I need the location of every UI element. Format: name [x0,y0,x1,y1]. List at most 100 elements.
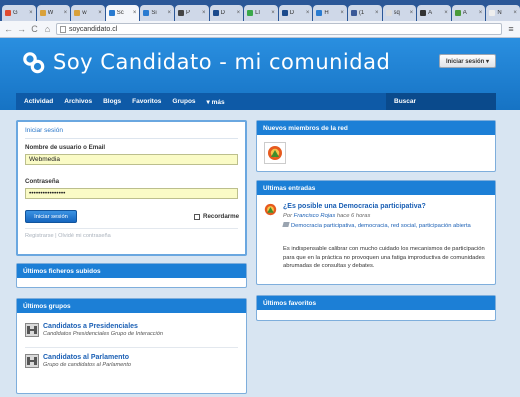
tab-label: A [428,10,433,16]
search-input[interactable]: Buscar [386,93,496,110]
back-icon[interactable]: ← [4,24,13,34]
address-url: soycandidato.cl [69,25,118,33]
group-icon [25,323,39,337]
browser-tab[interactable]: Si × [140,5,174,21]
entry-tags-links[interactable]: Democracia participativa, democracia, re… [291,223,471,229]
address-bar[interactable]: soycandidato.cl [56,23,502,35]
browser-tab-bar: G × W × w × Sc × Si × P × D × Ll × D × H × (1 × sq × A × A × N × [0,0,520,21]
browser-menu-icon[interactable]: ≡ [506,24,516,34]
browser-tab[interactable]: Ll × [244,5,278,21]
author-avatar-icon[interactable] [264,203,277,216]
latest-entries-panel: Ultimas entradas ¿Es posible una Democra… [256,180,496,285]
account-links[interactable]: Registrarse | Olvidé mi contraseña [25,233,111,239]
browser-tab[interactable]: (1 × [347,5,382,21]
login-dropdown-button[interactable]: Iniciar sesión ▾ [438,54,496,68]
browser-tab[interactable]: Sc × [105,5,140,21]
site-logo-icon[interactable] [22,51,46,75]
tab-close-icon[interactable]: × [202,10,206,16]
group-icon [25,354,39,368]
tab-close-icon[interactable]: × [340,10,344,16]
tab-close-icon[interactable]: × [133,10,137,16]
entry-meta: Por Francisco Rojas hace 6 horas [283,213,370,219]
tab-favicon-icon [177,10,184,16]
nav-item-grupos[interactable]: Grupos [172,98,195,105]
remember-me[interactable]: Recordarme [194,213,239,220]
tab-label: G [13,10,18,16]
tab-close-icon[interactable]: × [98,10,102,16]
browser-tab[interactable]: A × [417,5,451,21]
browser-tab[interactable]: w × [71,5,105,21]
browser-tab[interactable]: sq × [382,5,417,21]
password-field[interactable]: •••••••••••••••• [25,188,238,199]
reload-icon[interactable]: C [30,24,39,34]
tab-close-icon[interactable]: × [167,10,171,16]
tab-close-icon[interactable]: × [479,10,483,16]
tab-label: N [497,10,502,16]
latest-groups-title: Últimos grupos [17,299,246,313]
remember-checkbox[interactable] [194,213,200,220]
entry-title-link[interactable]: ¿Es posible una Democracia participativa… [283,203,426,210]
entry-time: hace 6 horas [336,213,371,219]
browser-tab[interactable]: H × [313,5,347,21]
latest-files-title: Últimos ficheros subidos [17,264,246,278]
nav-item-mas[interactable]: ▾ más [207,98,225,106]
browser-tab[interactable]: P × [174,5,209,21]
tab-label: W [47,10,54,16]
browser-tab[interactable]: A × [451,5,486,21]
entry-author-link[interactable]: Francisco Rojas [294,213,336,219]
member-avatar[interactable] [264,142,286,164]
tab-close-icon[interactable]: × [375,10,379,16]
latest-entries-title: Ultimas entradas [257,181,495,195]
login-submit-button[interactable]: Iniciar sesión [25,210,77,223]
tab-close-icon[interactable]: × [29,10,33,16]
divider [25,347,238,348]
nav-item-actividad[interactable]: Actividad [24,98,53,105]
tab-label: D [289,10,295,16]
page-icon [60,25,66,33]
avatar-icon [268,146,282,160]
tab-close-icon[interactable]: × [306,10,310,16]
nav-item-blogs[interactable]: Blogs [103,98,121,105]
entry-tags: Democracia participativa, democracia, re… [282,222,488,231]
tab-label: P [185,10,190,16]
group-name[interactable]: Candidatos al Parlamento [43,354,131,361]
divider [25,228,238,229]
tab-favicon-icon [316,10,323,16]
tab-favicon-icon [281,10,288,16]
site-title[interactable]: Soy Candidato - mi comunidad [53,50,390,74]
entry-meta-prefix: Por [283,213,293,219]
tab-label: Ll [255,10,260,16]
tab-close-icon[interactable]: × [444,10,448,16]
tab-close-icon[interactable]: × [271,10,275,16]
tab-close-icon[interactable]: × [237,10,241,16]
forward-icon[interactable]: → [17,24,26,34]
tab-favicon-icon [454,10,461,16]
tab-label: sq [393,10,400,16]
new-members-title: Nuevos miembros de la red [257,121,495,135]
list-item[interactable]: Candidatos al Parlamento Grupo de candid… [25,354,240,368]
tab-favicon-icon [350,10,357,16]
main-nav: Actividad Archivos Blogs Favoritos Grupo… [16,93,496,110]
list-item[interactable]: Candidatos a Presidenciales Candidatos P… [25,323,240,337]
tab-label: H [324,10,329,16]
home-icon[interactable]: ⌂ [43,24,52,34]
tab-favicon-icon [420,10,427,16]
tab-favicon-icon [489,10,496,16]
tab-favicon-icon [74,10,81,16]
group-name[interactable]: Candidatos a Presidenciales [43,323,163,330]
tab-favicon-icon [39,10,46,16]
browser-tab[interactable]: G × [2,5,36,21]
browser-tab[interactable]: W × [36,5,71,21]
browser-tab[interactable]: D × [278,5,313,21]
browser-tab[interactable]: N × [486,5,520,21]
nav-item-favoritos[interactable]: Favoritos [132,98,161,105]
tab-close-icon[interactable]: × [513,10,517,16]
tab-favicon-icon [108,10,115,16]
browser-tab[interactable]: D × [209,5,244,21]
nav-item-archivos[interactable]: Archivos [64,98,92,105]
username-field[interactable]: Webmedia [25,154,238,165]
login-title: Iniciar sesión [25,127,63,134]
tab-close-icon[interactable]: × [410,10,414,16]
tab-close-icon[interactable]: × [64,10,68,16]
latest-favorites-title: Últimos favoritos [257,296,495,310]
